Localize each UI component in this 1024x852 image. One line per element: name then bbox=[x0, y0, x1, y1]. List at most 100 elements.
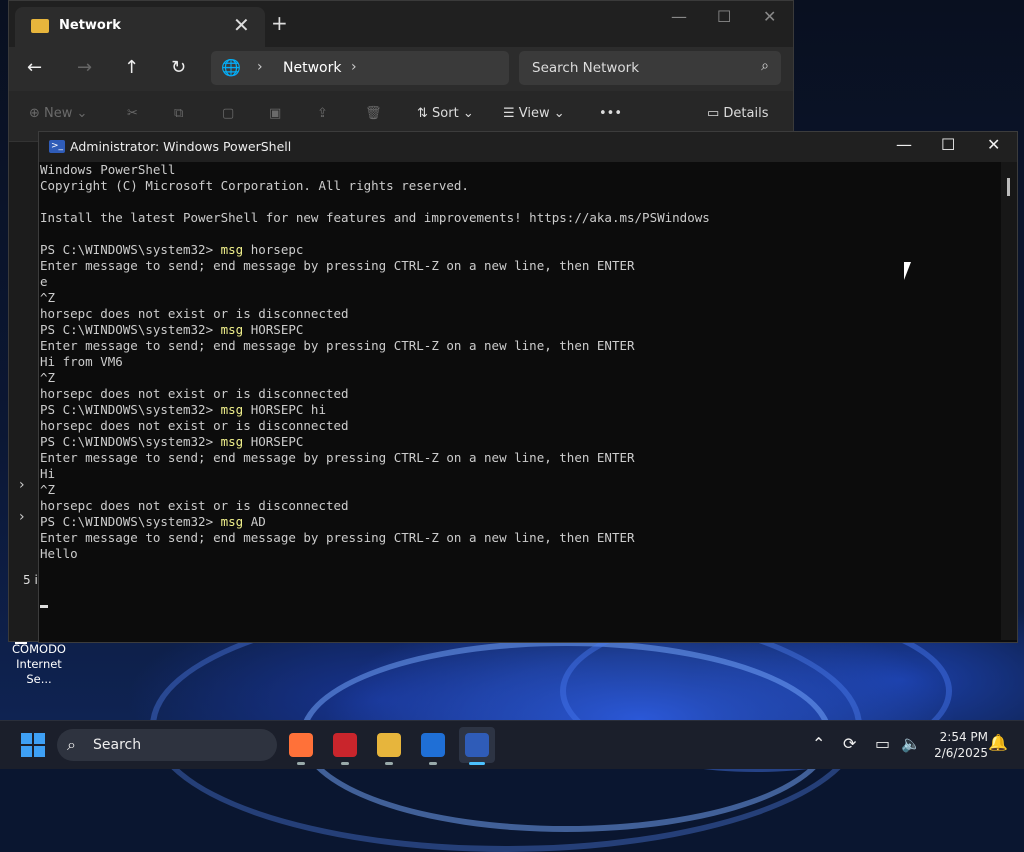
console-line: PS C:\WINDOWS\system32> msg HORSEPC bbox=[40, 434, 1000, 450]
search-input[interactable]: Search Network ⌕ bbox=[519, 51, 781, 85]
text-cursor bbox=[40, 605, 48, 608]
minimize-button[interactable]: — bbox=[896, 135, 912, 154]
running-indicator bbox=[297, 762, 305, 765]
paste-icon[interactable]: ▢ bbox=[222, 106, 234, 121]
more-options-icon[interactable]: ••• bbox=[599, 106, 622, 121]
powershell-icon bbox=[465, 733, 489, 757]
powershell-window[interactable]: >_ Administrator: Windows PowerShell — ☐… bbox=[38, 131, 1018, 643]
firefox-app[interactable] bbox=[283, 727, 319, 765]
console-line: Enter message to send; end message by pr… bbox=[40, 338, 635, 353]
console-args: AD bbox=[243, 514, 266, 529]
breadcrumb-chevron-icon[interactable]: › bbox=[351, 59, 357, 75]
new-button[interactable]: ⊕ New ⌄ bbox=[29, 106, 87, 121]
console-prompt: PS C:\WINDOWS\system32> bbox=[40, 242, 221, 257]
console-args: HORSEPC bbox=[243, 322, 304, 337]
copy-icon[interactable]: ⧉ bbox=[174, 106, 183, 121]
address-field[interactable]: 🌐 › Network › bbox=[211, 51, 509, 85]
defender-app[interactable] bbox=[415, 727, 451, 765]
start-button[interactable] bbox=[21, 733, 45, 757]
scrollbar-thumb[interactable] bbox=[1007, 178, 1010, 196]
clock-time: 2:54 PM bbox=[939, 730, 988, 744]
console-line: ^Z bbox=[40, 482, 56, 497]
close-button[interactable]: ✕ bbox=[763, 7, 776, 26]
taskbar-search-label: Search bbox=[93, 737, 142, 753]
network-globe-icon: 🌐 bbox=[221, 58, 241, 77]
file-explorer-app[interactable] bbox=[371, 727, 407, 765]
clock[interactable]: 2:54 PM 2/6/2025 bbox=[918, 729, 988, 761]
breadcrumb-chevron-icon[interactable]: › bbox=[257, 59, 263, 75]
console-line: Install the latest PowerShell for new fe… bbox=[40, 210, 710, 225]
console-line: horsepc does not exist or is disconnecte… bbox=[40, 386, 349, 401]
powershell-app[interactable] bbox=[459, 727, 495, 765]
explorer-address-bar: ← → ↑ ↻ 🌐 › Network › Search Network ⌕ bbox=[9, 47, 793, 91]
cut-icon[interactable]: ✂ bbox=[127, 106, 138, 121]
up-button[interactable]: ↑ bbox=[124, 57, 139, 78]
console-args: horsepc bbox=[243, 242, 304, 257]
taskbar-search-box[interactable]: ⌕ Search bbox=[57, 729, 277, 761]
view-label: View bbox=[518, 106, 550, 121]
console-line: PS C:\WINDOWS\system32> msg AD bbox=[40, 514, 1000, 530]
search-placeholder: Search Network bbox=[532, 60, 640, 76]
maximize-button[interactable]: ☐ bbox=[941, 135, 955, 154]
share-icon[interactable]: ⇪ bbox=[317, 106, 328, 121]
running-indicator bbox=[385, 762, 393, 765]
console-line: Hi bbox=[40, 466, 56, 481]
notification-bell-icon[interactable]: 🔔 bbox=[988, 733, 1008, 752]
nav-pane-expand-icon[interactable]: › bbox=[19, 477, 25, 493]
new-tab-button[interactable]: + bbox=[271, 11, 288, 35]
console-line: Hi from VM6 bbox=[40, 354, 123, 369]
tab-close-icon[interactable]: ✕ bbox=[233, 13, 250, 37]
console-line: Enter message to send; end message by pr… bbox=[40, 450, 635, 465]
console-prompt: PS C:\WINDOWS\system32> bbox=[40, 434, 221, 449]
console-line: Hello bbox=[40, 546, 78, 561]
search-icon: ⌕ bbox=[67, 735, 76, 754]
console-command: msg bbox=[220, 514, 244, 529]
nav-pane-expand-icon[interactable]: › bbox=[19, 509, 25, 525]
console-line: horsepc does not exist or is disconnecte… bbox=[40, 418, 349, 433]
file-explorer-icon bbox=[377, 733, 401, 757]
firefox-icon bbox=[289, 733, 313, 757]
console-command: msg bbox=[220, 242, 244, 257]
console-args: HORSEPC hi bbox=[243, 402, 326, 417]
new-label: New bbox=[44, 106, 73, 121]
console-output[interactable]: Windows PowerShell Copyright (C) Microsof… bbox=[39, 162, 1000, 640]
console-line: e bbox=[40, 274, 48, 289]
console-prompt: PS C:\WINDOWS\system32> bbox=[40, 514, 221, 529]
view-button[interactable]: ☰ View ⌄ bbox=[503, 106, 565, 121]
console-command: msg bbox=[220, 322, 244, 337]
running-indicator bbox=[341, 762, 349, 765]
maximize-button[interactable]: ☐ bbox=[717, 7, 731, 26]
sync-status-icon[interactable]: ⟳ bbox=[843, 734, 856, 753]
back-button[interactable]: ← bbox=[27, 57, 42, 78]
console-line: PS C:\WINDOWS\system32> msg HORSEPC bbox=[40, 322, 1000, 338]
close-button[interactable]: ✕ bbox=[987, 135, 1000, 154]
console-line: horsepc does not exist or is disconnecte… bbox=[40, 306, 349, 321]
explorer-titlebar: Network ✕ + — ☐ ✕ bbox=[9, 1, 793, 47]
desktop-icon-label: COMODO Internet Se... bbox=[12, 642, 66, 686]
explorer-tab-network[interactable]: Network ✕ bbox=[15, 7, 265, 47]
refresh-button[interactable]: ↻ bbox=[171, 57, 186, 78]
console-line: ^Z bbox=[40, 290, 56, 305]
powershell-icon: >_ bbox=[49, 140, 65, 153]
details-button[interactable]: ▭ Details bbox=[707, 106, 769, 121]
window-title: Administrator: Windows PowerShell bbox=[70, 139, 292, 154]
network-icon[interactable]: ▭ bbox=[875, 734, 890, 753]
delete-icon[interactable]: 🗑 bbox=[365, 106, 382, 121]
console-line: Copyright (C) Microsoft Corporation. All… bbox=[40, 178, 469, 193]
show-hidden-icons-chevron-icon[interactable]: ⌃ bbox=[812, 734, 825, 753]
console-line: Enter message to send; end message by pr… bbox=[40, 258, 635, 273]
console-args: HORSEPC bbox=[243, 434, 304, 449]
breadcrumb-network[interactable]: Network bbox=[283, 60, 341, 76]
minimize-button[interactable]: — bbox=[671, 7, 687, 26]
forward-button[interactable]: → bbox=[77, 57, 92, 78]
console-line: PS C:\WINDOWS\system32> msg HORSEPC hi bbox=[40, 402, 1000, 418]
comodo-app[interactable] bbox=[327, 727, 363, 765]
folder-icon bbox=[31, 19, 49, 33]
rename-icon[interactable]: ▣ bbox=[269, 106, 281, 121]
sort-button[interactable]: ⇅ Sort ⌄ bbox=[417, 106, 474, 121]
console-scrollbar[interactable] bbox=[1001, 162, 1017, 640]
taskbar: ⌕ Search ⌃ ⟳ ▭ 🔈 2:54 PM 2/6/2025 🔔 bbox=[0, 720, 1024, 769]
search-icon: ⌕ bbox=[761, 58, 769, 74]
